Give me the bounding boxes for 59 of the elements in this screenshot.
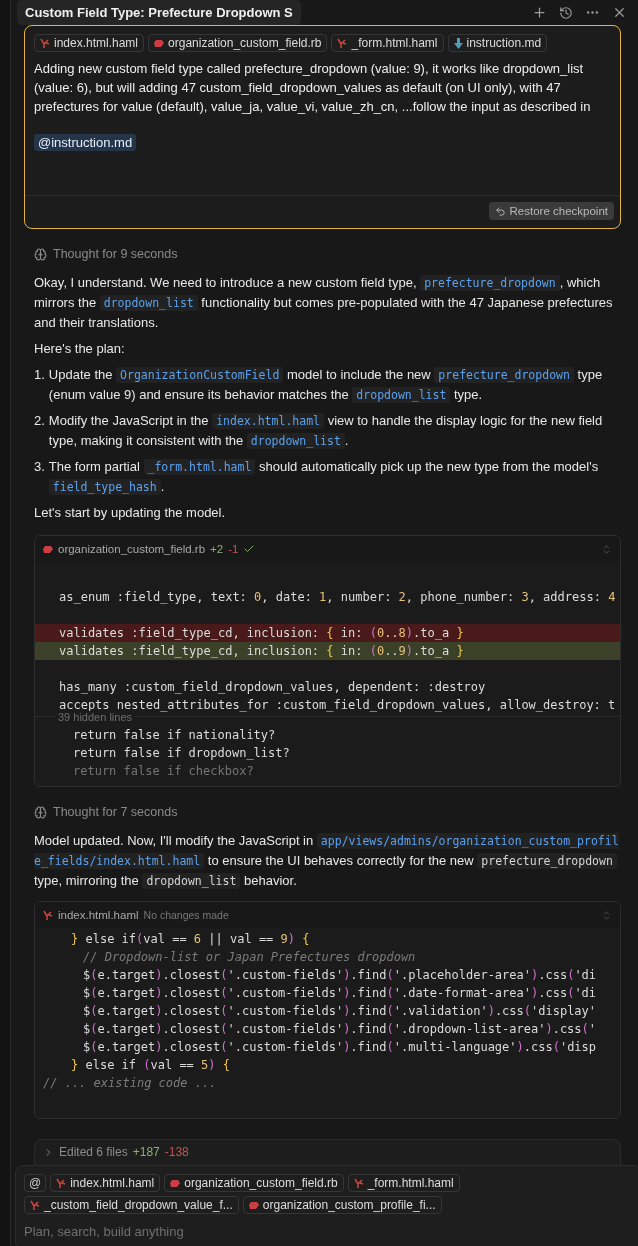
undo-icon [494,205,506,217]
file-chip[interactable]: organization_custom_field.rb [164,1174,344,1192]
file-chip[interactable]: _custom_field_dropdown_value_f... [24,1196,239,1214]
code-line: $(e.target).closest('.custom-fields').find('.dropdown-list-area').css(' [82,1021,598,1038]
code-line: return false if nationality? [72,727,277,744]
message-text: Here's the plan: [34,340,126,358]
code-line: has_many :custom_field_dropdown_values, dependent: :destroy [58,679,487,696]
chat-tab[interactable]: Custom Field Type: Prefecture Dropdown S [17,0,301,25]
ruby-file-icon [248,1200,259,1210]
haml-file-icon [30,1199,40,1211]
code-line: // Dropdown-list or Japan Prefectures dropdown [82,949,417,966]
plan-step: 2. Modify the JavaScript in the index.html.haml view to handle the display logic for the new field type, making it consistent with the dropdown_list . [34,411,621,451]
brain-icon [34,247,47,261]
ruby-file-icon [170,1178,181,1188]
file-chip[interactable]: organization_custom_profile_fi... [242,1196,442,1214]
haml-file-icon [40,37,50,49]
message-text: Let's start by updating the model. [34,504,227,522]
ruby-file-icon [43,544,53,554]
plan-step: 3. The form partial _form.html.haml should automatically pick up the new type from the model's field_type_hash . [34,457,621,497]
code-line: accepts_nested_attributes_for :custom_field_dropdown_values, allow_destroy: t [58,697,617,713]
download-arrow-icon [453,37,463,49]
code-line: return false if dropdown_list? [72,745,291,762]
file-mention[interactable]: @instruction.md [34,134,137,151]
file-chip[interactable]: index.html.haml [50,1174,161,1192]
code-line: $(e.target).closest('.custom-fields').find('.validation').css('display' [82,1003,598,1020]
thought-label[interactable]: Thought for 7 seconds [53,805,178,819]
removed-count: -1 [228,543,239,555]
file-chip[interactable]: index.html.haml [34,34,145,52]
haml-file-icon [337,37,348,49]
code-line: $(e.target).closest('.custom-fields').find('.date-format-area').css('di [82,985,598,1002]
brain-icon [34,805,47,819]
file-chip[interactable]: instruction.md [447,34,548,52]
message-text: Okay, I understand. We need to introduce a new custom field type, prefecture_dropdown , which mirrors the dropdown_list functionality but comes pre-populated with the 47 Japanese prefectures and their translations. [34,274,614,332]
code-line: // ... existing code ... [42,1075,218,1092]
file-name: organization_custom_field.rb [58,543,206,555]
added-count: +2 [210,543,224,555]
edited-files-bar[interactable]: Edited 6 files +187 -138 [34,1139,621,1165]
thought-label[interactable]: Thought for 9 seconds [53,247,178,261]
chat-input-field[interactable]: Plan, search, build anything [24,1220,632,1239]
code-line: as_enum :field_type, text: 0, date: 1, number: 2, phone_number: 3, address: 4 [58,589,617,606]
code-line: } else if (val == 5) { [70,1057,231,1074]
haml-file-icon [353,1177,364,1189]
code-line: } else if(val == 6 || val == 9) { [70,931,311,948]
prompt-text: Adding new custom field type called prefecture_dropdown (value: 9), it works like dropdown_list (value: 6), but will adding 47 custom_field_dropdown_values as default (on UI only), with 47 prefectures for value (default), value_ja, value_vi, value_zh_cn, ...follow the input as described in [34,60,592,116]
haml-file-icon [56,1177,67,1189]
code-line: return false if checkbox? [72,763,255,780]
status-text: No changes made [143,909,229,921]
message-text: Model updated. Now, I'll modify the JavaScript in app/views/admins/organization_custom_profile_fields/index.html.haml to ensure the UI behaves correctly for the new prefecture_dropdown type, mirroring the dropdown_list behavior. [34,832,620,891]
file-chip[interactable]: _form.html.haml [347,1174,460,1192]
file-name: index.html.haml [58,909,139,921]
haml-file-icon [43,909,53,921]
code-line: $(e.target).closest('.custom-fields').find('.multi-language').css('disp [82,1039,598,1056]
code-line: $(e.target).closest('.custom-fields').find('.placeholder-area').css('di [82,967,598,984]
plan-step: 1. Update the OrganizationCustomField model to include the new prefecture_dropdown type (enum value 9) and ensure its behavior matches the dropdown_list type. [34,365,621,405]
mention-button[interactable]: @ [24,1174,47,1192]
file-chip[interactable]: organization_custom_field.rb [148,34,328,52]
restore-checkpoint-button[interactable]: Restore checkpoint [488,202,614,220]
file-chip[interactable]: _form.html.haml [331,34,444,52]
ruby-file-icon [154,38,165,48]
